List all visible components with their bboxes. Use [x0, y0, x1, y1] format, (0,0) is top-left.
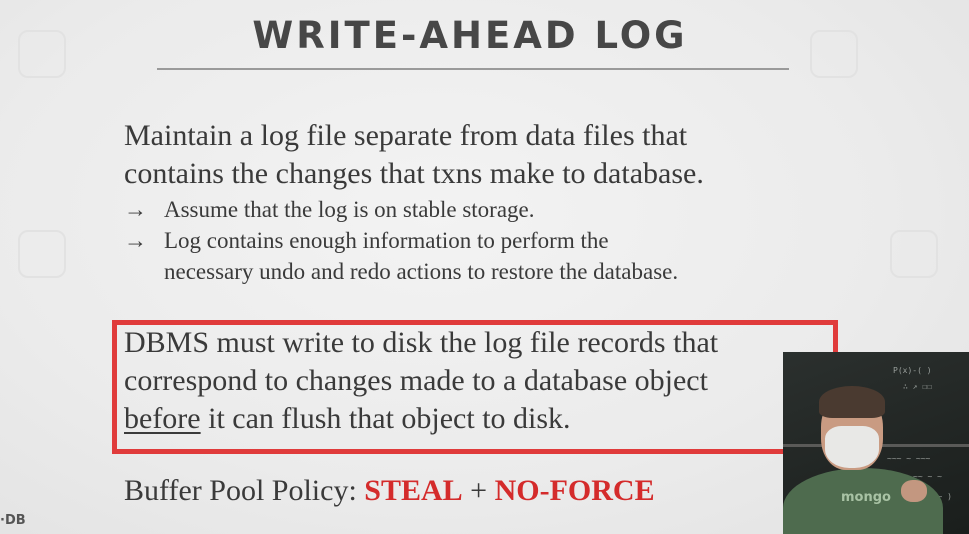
bullet-item: → Log contains enough information to per… — [124, 225, 678, 287]
background-pattern — [890, 230, 938, 278]
arrow-icon: → — [124, 228, 147, 253]
bullet-list: → Assume that the log is on stable stora… — [124, 194, 678, 287]
callout-line: correspond to changes made to a database… — [124, 364, 708, 397]
bullet-text: Assume that the log is on stable storage… — [164, 197, 535, 222]
callout-text: DBMS must write to disk the log file rec… — [124, 324, 718, 438]
background-pattern — [18, 230, 66, 278]
intro-text: Maintain a log file separate from data f… — [124, 117, 704, 193]
callout-line-rest: it can flush that object to disk. — [200, 402, 571, 435]
face-mask — [825, 426, 879, 468]
callout-line: DBMS must write to disk the log file rec… — [124, 326, 719, 359]
policy-steal: STEAL — [364, 474, 463, 507]
slide-title: WRITE-AHEAD LOG — [252, 14, 688, 57]
chalk-scribble: ∴ ↗ ☐☐ — [903, 382, 932, 391]
title-divider — [157, 68, 789, 70]
policy-label: Buffer Pool Policy: — [124, 474, 365, 507]
webcam-overlay: P(x)-( ) ∴ ↗ ☐☐ ~~~ ~ ~~~ ~~ ~ ~ ( ~~ ) … — [783, 352, 969, 534]
bullet-text: Log contains enough information to perfo… — [164, 225, 678, 287]
callout-line: before it can flush that object to disk. — [124, 400, 718, 438]
chalk-scribble: ~~~ ~ ~~~ — [887, 454, 931, 463]
policy-no-force: NO-FORCE — [494, 474, 655, 507]
intro-line: contains the changes that txns make to d… — [124, 157, 704, 190]
arrow-icon: → — [124, 197, 147, 222]
policy-plus: + — [462, 474, 495, 507]
bullet-text-line: necessary undo and redo actions to resto… — [164, 259, 679, 284]
chalk-scribble: P(x)-( ) — [893, 366, 932, 375]
bullet-text-line: Log contains enough information to perfo… — [164, 228, 609, 253]
speaker-hand — [901, 480, 927, 502]
underlined-word: before — [124, 402, 201, 435]
shirt-logo: mongo — [841, 490, 891, 505]
bullet-item: → Assume that the log is on stable stora… — [124, 194, 678, 225]
buffer-pool-policy: Buffer Pool Policy: STEAL + NO-FORCE — [124, 472, 655, 510]
intro-line: Maintain a log file separate from data f… — [124, 119, 688, 152]
speaker-hair — [819, 386, 885, 418]
db-logo: ·DB — [0, 513, 26, 528]
